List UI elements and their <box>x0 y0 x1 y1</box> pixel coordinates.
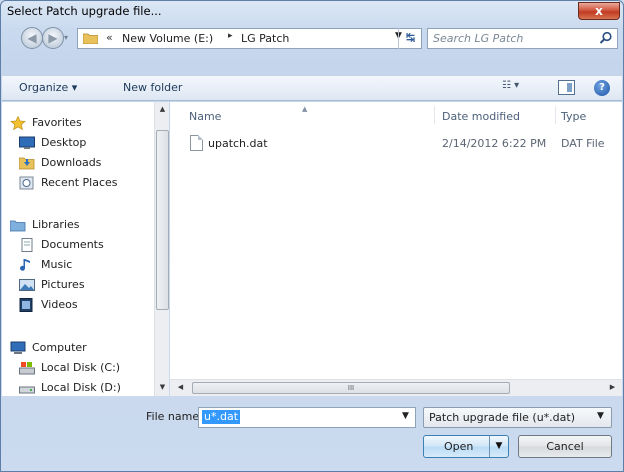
file-list: ▲ Name Date modified Type upatch.dat 2/1… <box>170 102 622 396</box>
address-segment-drive[interactable]: New Volume (E:) <box>122 32 213 45</box>
sidebar-label: Local Disk (D:) <box>41 381 121 394</box>
file-type-filter-value: Patch upgrade file (u*.dat) <box>429 411 575 424</box>
address-segment-folder[interactable]: LG Patch <box>241 32 289 45</box>
title-bar[interactable]: Select Patch upgrade file... x <box>1 1 623 23</box>
scroll-down-icon[interactable]: ▼ <box>156 383 169 391</box>
videos-icon <box>19 298 33 312</box>
address-bar[interactable]: « New Volume (E:) ▸ LG Patch ▼ <box>77 28 422 49</box>
sidebar-label: Videos <box>41 298 78 311</box>
pictures-icon <box>19 279 35 291</box>
desktop-icon <box>19 136 35 149</box>
filter-dropdown-icon[interactable]: ▼ <box>597 411 604 421</box>
file-name-input[interactable]: u*.dat ▼ <box>198 407 416 428</box>
sort-ascending-icon: ▲ <box>302 105 308 113</box>
search-placeholder: Search LG Patch <box>433 32 524 45</box>
documents-icon <box>21 238 33 252</box>
recent-places-icon <box>19 176 34 190</box>
file-type-filter-select[interactable]: Patch upgrade file (u*.dat) ▼ <box>423 407 612 428</box>
column-divider[interactable] <box>555 106 556 124</box>
sidebar-label: Pictures <box>41 278 85 291</box>
column-header-name[interactable]: Name <box>189 110 221 123</box>
music-icon <box>20 259 30 271</box>
sidebar-scrollbar[interactable]: ▲ ▼ <box>154 102 169 396</box>
sidebar-label: Libraries <box>32 218 80 231</box>
refresh-button[interactable]: ↹ <box>398 28 422 49</box>
downloads-folder-icon <box>19 157 35 170</box>
folder-icon <box>83 33 98 44</box>
open-button[interactable]: Open ▼ <box>423 435 509 458</box>
search-icon[interactable] <box>599 31 613 45</box>
open-button-label: Open <box>444 440 474 453</box>
file-icon <box>190 135 203 151</box>
change-view-button[interactable]: ☷ ▾ <box>502 80 534 96</box>
file-name-label: File name: <box>146 410 203 423</box>
column-header-date-modified[interactable]: Date modified <box>442 110 520 123</box>
sidebar-label: Computer <box>32 341 87 354</box>
sidebar-label: Recent Places <box>41 176 118 189</box>
file-row[interactable]: upatch.dat 2/14/2012 6:22 PM DAT File <box>170 132 622 154</box>
cancel-button[interactable]: Cancel <box>518 435 612 458</box>
drive-icon <box>19 386 35 394</box>
window-title: Select Patch upgrade file... <box>7 4 162 18</box>
scroll-right-icon[interactable]: ▶ <box>606 383 619 391</box>
address-overflow[interactable]: « <box>106 31 113 44</box>
command-toolbar: Organize ▾ New folder ☷ ▾ ? <box>2 75 622 101</box>
forward-button[interactable]: ▶ <box>42 27 64 49</box>
file-name-value[interactable]: u*.dat <box>202 410 241 424</box>
search-input[interactable]: Search LG Patch <box>427 28 618 49</box>
column-divider[interactable] <box>434 106 435 124</box>
scroll-left-icon[interactable]: ◀ <box>174 383 187 391</box>
navigation-pane: Favorites Desktop Downloads Recent Place… <box>2 102 169 396</box>
file-date-modified: 2/14/2012 6:22 PM <box>442 137 547 150</box>
sidebar-scroll-thumb[interactable] <box>156 130 169 310</box>
horizontal-scrollbar[interactable]: ◀ III ▶ <box>170 379 622 396</box>
sidebar-label: Documents <box>41 238 104 251</box>
open-split-dropdown-icon[interactable]: ▼ <box>489 436 508 457</box>
file-name: upatch.dat <box>208 137 268 150</box>
sidebar-label: Favorites <box>32 116 82 129</box>
close-button[interactable]: x <box>578 2 620 20</box>
file-name-dropdown-icon[interactable]: ▼ <box>402 411 409 421</box>
computer-icon <box>10 341 26 354</box>
sidebar-label: Desktop <box>41 136 87 149</box>
back-button[interactable]: ◀ <box>21 27 43 49</box>
star-icon <box>10 116 26 130</box>
scroll-up-icon[interactable]: ▲ <box>156 105 169 113</box>
help-button[interactable]: ? <box>594 80 610 96</box>
recent-locations-chevron-icon[interactable]: ▾ <box>64 33 72 43</box>
column-header-type[interactable]: Type <box>561 110 586 123</box>
file-type: DAT File <box>561 137 605 150</box>
dialog-window: Select Patch upgrade file... x ◀ ▶ ▾ « N… <box>0 0 624 472</box>
organize-button[interactable]: Organize ▾ <box>19 81 77 94</box>
sidebar-label: Local Disk (C:) <box>41 361 121 374</box>
libraries-icon <box>10 220 26 232</box>
address-separator-icon[interactable]: ▸ <box>228 31 233 41</box>
new-folder-button[interactable]: New folder <box>123 81 182 94</box>
sidebar-label: Music <box>41 258 73 271</box>
preview-pane-button[interactable] <box>558 80 575 95</box>
sidebar-label: Downloads <box>41 156 102 169</box>
system-drive-icon <box>19 362 35 375</box>
horizontal-scroll-thumb[interactable]: III <box>192 382 510 394</box>
